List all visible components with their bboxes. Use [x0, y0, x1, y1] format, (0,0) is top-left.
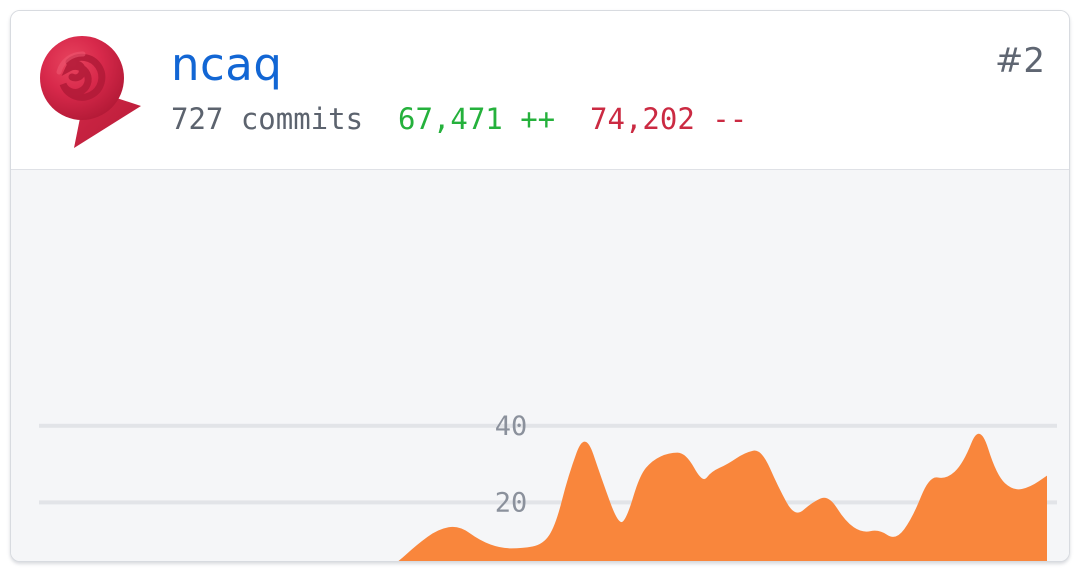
commits-count-label: 727 commits [171, 102, 364, 136]
red-spiral-shell-avatar-icon [40, 36, 141, 148]
y-tick-label: 20 [495, 487, 528, 518]
gridline [39, 500, 1057, 505]
contribution-card: ncaq 727 commits__67,471 ++__74,202 -- #… [10, 10, 1070, 562]
area-series [398, 433, 1047, 561]
additions-label: 67,471 ++ [397, 102, 556, 136]
deletions-label: 74,202 -- [590, 102, 748, 136]
rank-badge: #2 [994, 41, 1045, 81]
card-header: ncaq 727 commits__67,471 ++__74,202 -- #… [11, 11, 1069, 170]
identity-block: ncaq 727 commits__67,471 ++__74,202 -- [171, 37, 747, 139]
avatar [29, 28, 159, 158]
commit-stats-line: 727 commits__67,471 ++__74,202 -- [171, 99, 747, 139]
chart-canvas: 2040AugustOctoberDecemberFebruaryAprilJu… [39, 411, 1057, 561]
username-link[interactable]: ncaq [171, 37, 747, 93]
commit-activity-chart: 2040AugustOctoberDecemberFebruaryAprilJu… [11, 170, 1069, 561]
y-tick-label: 40 [495, 411, 528, 442]
gridline [39, 423, 1057, 428]
